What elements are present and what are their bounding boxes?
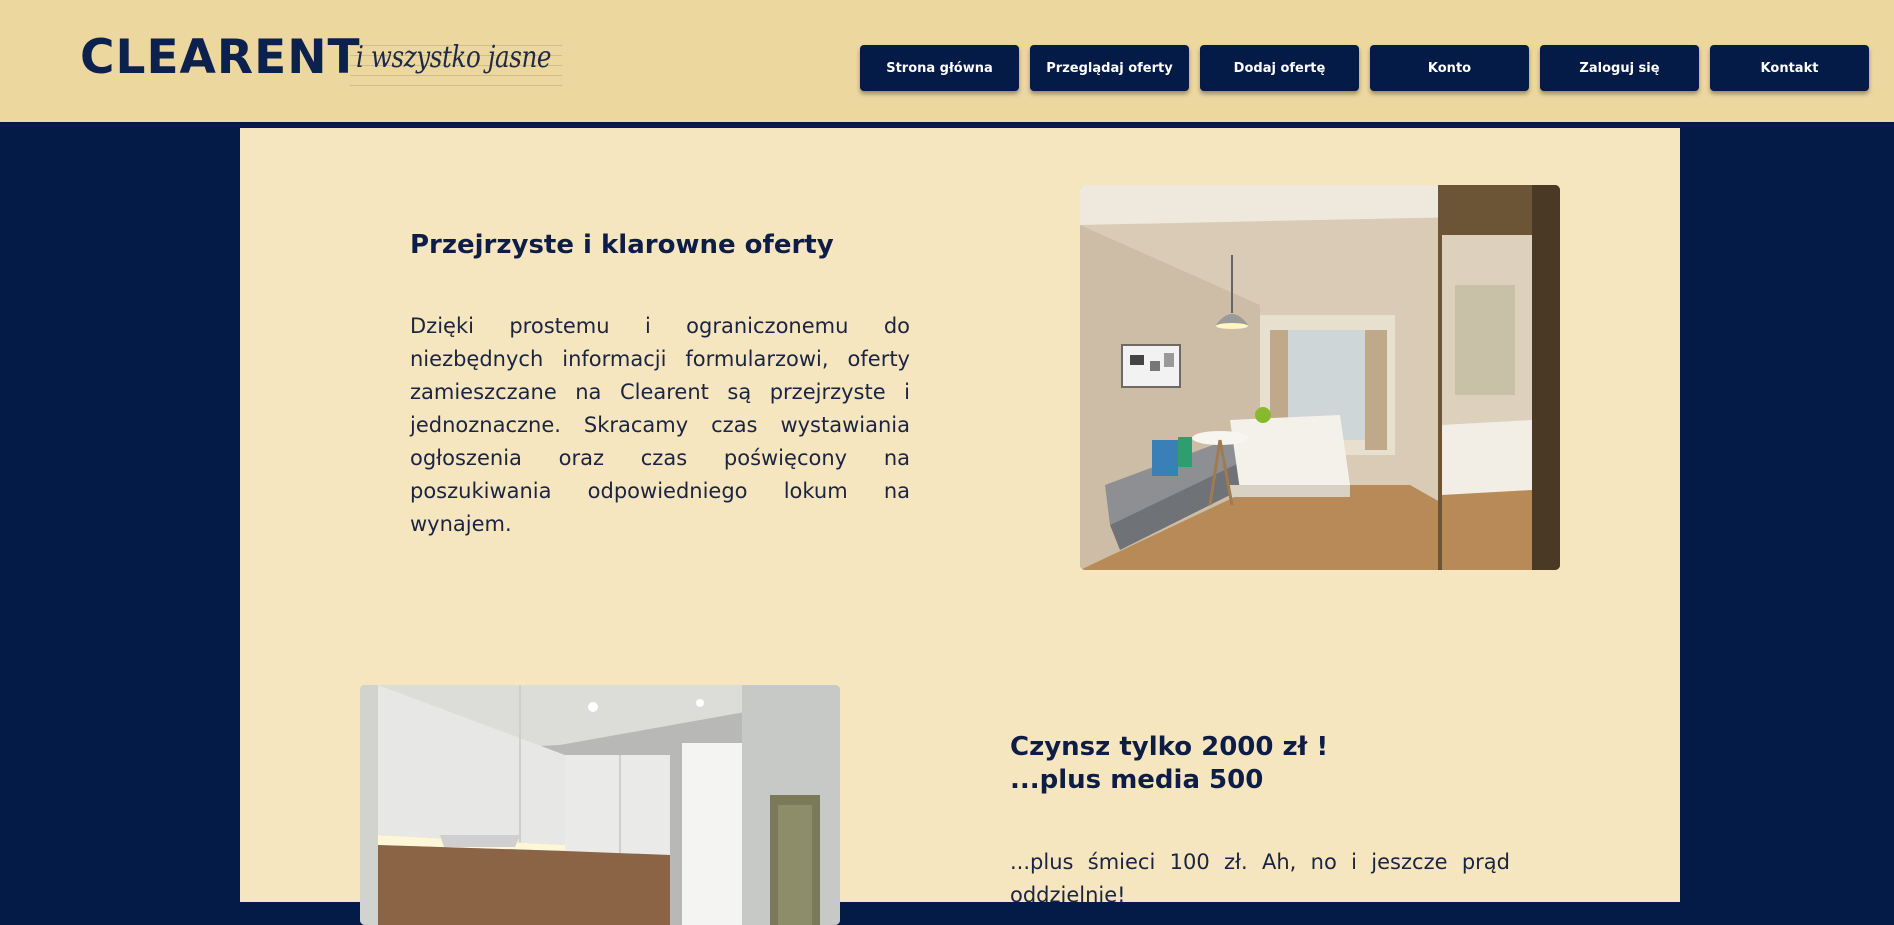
section2-title: Czynsz tylko 2000 zł ! ...plus media 500 — [1010, 731, 1530, 797]
tagline: i wszystko jasne — [356, 40, 552, 75]
section2-title-line1: Czynsz tylko 2000 zł ! — [1010, 732, 1329, 762]
section2-text: ...plus śmieci 100 zł. Ah, no i jeszcze … — [1010, 850, 1510, 907]
nav-login-button[interactable]: Zaloguj się — [1540, 45, 1699, 91]
nav-add-offer-button[interactable]: Dodaj ofertę — [1200, 45, 1359, 91]
logo[interactable]: CLEARENT — [80, 30, 361, 85]
nav-browse-offers-button[interactable]: Przeglądaj oferty — [1030, 45, 1189, 91]
main-nav: Strona główna Przeglądaj oferty Dodaj of… — [860, 45, 1869, 91]
hotel-room-photo — [1080, 185, 1560, 570]
nav-home-button[interactable]: Strona główna — [860, 45, 1019, 91]
nav-account-button[interactable]: Konto — [1370, 45, 1529, 91]
content-panel: Przejrzyste i klarowne oferty Dzięki pro… — [240, 128, 1680, 925]
section1-title: Przejrzyste i klarowne oferty — [410, 230, 834, 260]
nav-contact-button[interactable]: Kontakt — [1710, 45, 1869, 91]
site-header: CLEARENT i wszystko jasne Strona główna … — [0, 0, 1894, 128]
kitchen-photo — [360, 685, 840, 925]
section2-title-line2: ...plus media 500 — [1010, 765, 1264, 795]
section1-text: Dzięki prostemu i ograniczonemu do niezb… — [410, 314, 910, 536]
